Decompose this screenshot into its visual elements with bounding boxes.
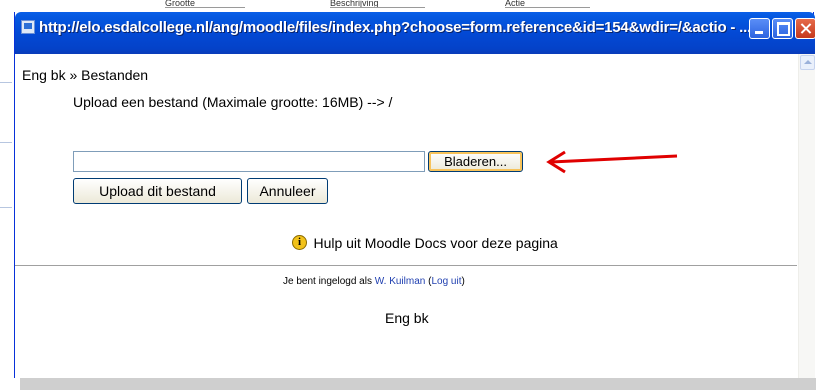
user-profile-link[interactable]: W. Kuilman — [375, 276, 426, 287]
window-titlebar[interactable]: http://elo.esdalcollege.nl/ang/moodle/fi… — [15, 12, 816, 54]
info-icon: i — [292, 235, 307, 251]
scroll-up-icon[interactable] — [800, 55, 815, 70]
maximize-icon[interactable] — [772, 18, 793, 39]
background-page-header: Grootte Beschrijving Actie — [0, 0, 816, 12]
background-page-edge — [0, 60, 14, 390]
window-title: http://elo.esdalcollege.nl/ang/moodle/fi… — [39, 19, 752, 36]
footer-course-link[interactable]: Eng bk — [385, 310, 429, 326]
annotation-arrow-icon — [546, 150, 678, 174]
minimize-icon[interactable] — [749, 18, 770, 39]
bottom-shadow-strip — [20, 378, 816, 390]
upload-file-button[interactable]: Upload dit bestand — [73, 178, 242, 204]
background-column-header: Grootte — [165, 0, 245, 8]
file-path-input[interactable] — [73, 151, 425, 172]
close-icon[interactable] — [795, 18, 816, 39]
cancel-button[interactable]: Annuleer — [247, 178, 328, 204]
browse-button[interactable]: Bladeren... — [428, 151, 523, 172]
background-column-header: Actie — [505, 0, 590, 8]
popup-window: http://elo.esdalcollege.nl/ang/moodle/fi… — [14, 12, 816, 378]
background-column-header: Beschrijving — [330, 0, 425, 8]
breadcrumb[interactable]: Eng bk » Bestanden — [22, 67, 148, 83]
ie-page-icon — [21, 20, 35, 34]
login-info: Je bent ingelogd als W. Kuilman (Log uit… — [283, 276, 465, 287]
help-docs-link[interactable]: Hulp uit Moodle Docs voor deze pagina — [313, 235, 557, 251]
page-content: Eng bk » Bestanden Upload een bestand (M… — [15, 54, 815, 378]
footer-divider — [15, 265, 797, 266]
help-row: i Hulp uit Moodle Docs voor deze pagina — [292, 234, 558, 252]
logout-link[interactable]: Log uit — [431, 276, 461, 287]
login-prefix-text: Je bent ingelogd als — [283, 276, 372, 287]
vertical-scrollbar[interactable] — [798, 54, 815, 378]
upload-info-text: Upload een bestand (Maximale grootte: 16… — [73, 94, 393, 110]
logout-paren-close: ) — [461, 276, 465, 287]
